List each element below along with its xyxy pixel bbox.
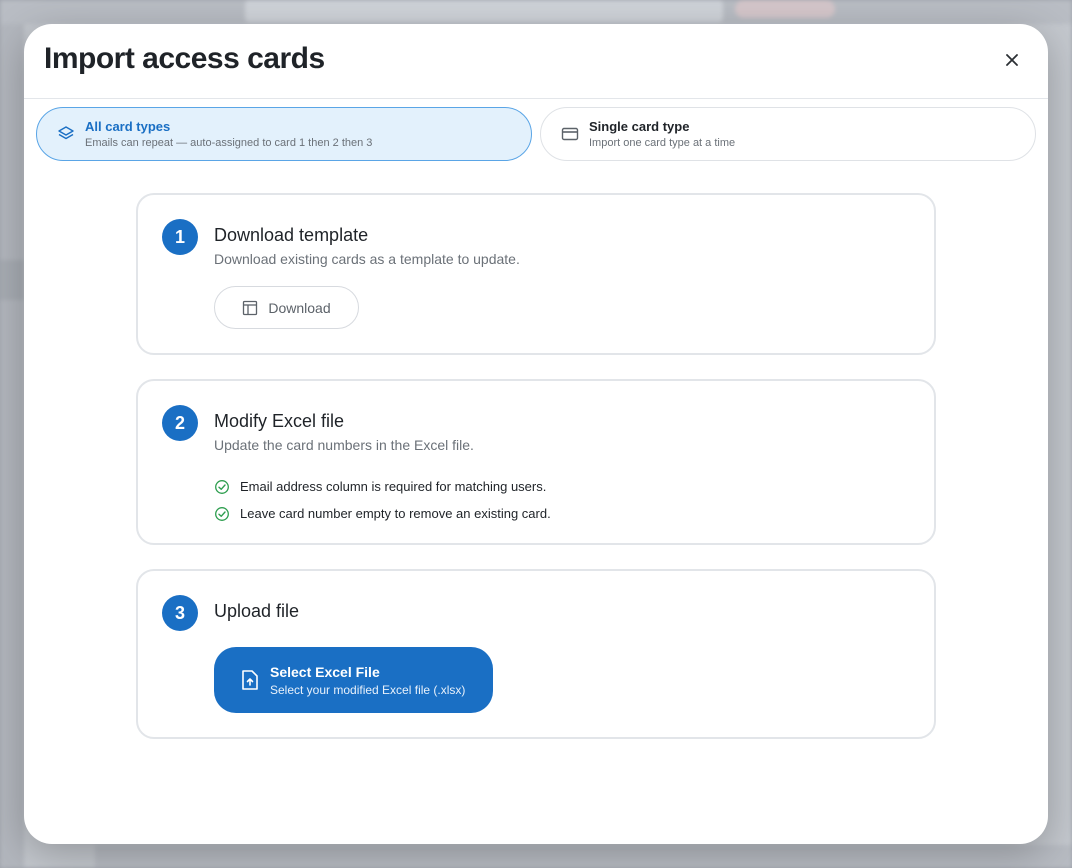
step-title: Modify Excel file [214,411,345,431]
step-description: Update the card numbers in the Excel fil… [214,437,474,453]
modal-header: Import access cards [24,24,1048,99]
type-option-label: Single card type [589,119,690,134]
layers-icon [57,125,75,143]
checklist-item-text: Email address column is required for mat… [240,479,547,494]
step-description: Download existing cards as a template to… [214,251,520,267]
step-number: 3 [162,595,198,631]
step-upload-file: 3 Upload file Select Excel File Select y… [136,569,936,739]
close-button[interactable] [1000,48,1024,72]
type-option-all[interactable]: All card types Emails can repeat — auto-… [36,107,532,161]
checklist-item: Leave card number empty to remove an exi… [214,500,551,527]
step-number: 2 [162,405,198,441]
file-upload-icon [240,669,260,691]
background-sidebar-item [0,260,24,300]
checklist-item: Email address column is required for mat… [214,473,551,500]
download-button[interactable]: Download [214,286,359,329]
step-modify-excel: 2 Modify Excel file Update the card numb… [136,379,936,545]
close-icon [1006,54,1018,66]
select-file-subtitle: Select your modified Excel file (.xlsx) [270,682,466,697]
type-option-single[interactable]: Single card type Import one card type at… [540,107,1036,161]
step-title: Download template [214,225,369,245]
card-type-selector: All card types Emails can repeat — auto-… [36,107,1036,161]
check-circle-icon [214,479,230,495]
background-search-bar [245,0,723,22]
type-option-label: All card types [85,119,171,134]
import-modal: Import access cards All card types Email… [24,24,1048,844]
table-icon [243,300,258,315]
select-file-title: Select Excel File [270,663,380,680]
modal-title: Import access cards [44,42,325,75]
step-title: Upload file [214,601,300,621]
background-badge [735,0,835,18]
background-sidebar [0,24,24,868]
check-circle-icon [214,506,230,522]
background-footer [95,845,1072,868]
step-download-template: 1 Download template Download existing ca… [136,193,936,355]
credit-card-icon [561,125,579,143]
checklist-item-text: Leave card number empty to remove an exi… [240,506,551,521]
requirements-checklist: Email address column is required for mat… [214,473,551,527]
type-option-description: Emails can repeat — auto-assigned to car… [85,137,373,149]
select-excel-file-button[interactable]: Select Excel File Select your modified E… [214,647,493,713]
type-option-description: Import one card type at a time [589,137,736,149]
step-number: 1 [162,219,198,255]
download-button-label: Download [268,299,331,316]
